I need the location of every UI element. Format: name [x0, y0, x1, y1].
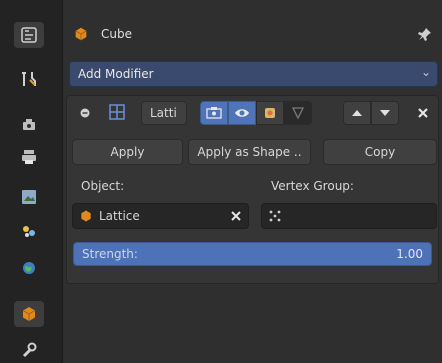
- remove-icon: [418, 108, 428, 118]
- collapse-toggle[interactable]: [74, 102, 96, 124]
- lattice-modifier-panel: Latti Apply Apply as Shape .. Copy Objec…: [66, 95, 439, 284]
- add-modifier-label: Add Modifier: [78, 67, 154, 81]
- move-down-button[interactable]: [371, 101, 399, 125]
- scene-icon: [23, 226, 35, 237]
- cage-icon: [291, 107, 305, 120]
- cube-icon: [75, 27, 87, 41]
- modifier-name-field[interactable]: Latti: [141, 101, 187, 125]
- apply-label: Apply: [110, 145, 145, 159]
- tab-scene[interactable]: [14, 218, 44, 244]
- tab-render[interactable]: [14, 112, 44, 138]
- move-down-icon: [380, 110, 390, 116]
- pin-icon[interactable]: [418, 27, 432, 41]
- object-icon: [22, 307, 36, 321]
- vertex-group-label: Vertex Group:: [271, 179, 354, 193]
- render-toggle-icon: [265, 108, 275, 118]
- tab-output[interactable]: [14, 144, 44, 170]
- editmode-icon: [206, 107, 222, 119]
- panel-header: Cube: [63, 18, 442, 50]
- view-layer-icon: [22, 190, 36, 204]
- object-name: Cube: [101, 27, 132, 41]
- apply-as-shape-button[interactable]: Apply as Shape ..: [188, 139, 311, 165]
- copy-label: Copy: [364, 145, 396, 159]
- clear-object-icon[interactable]: [231, 211, 241, 221]
- render-icon: [23, 119, 35, 130]
- object-field[interactable]: Lattice: [72, 203, 249, 229]
- tab-active-tool[interactable]: [14, 66, 44, 92]
- chevron-down-icon: ⌄: [420, 65, 431, 79]
- viewport-toggle[interactable]: [228, 101, 256, 125]
- tab-object[interactable]: [14, 301, 44, 327]
- editmode-toggle[interactable]: [200, 101, 228, 125]
- strength-value: 1.00: [396, 247, 423, 261]
- world-icon: [23, 262, 35, 274]
- object-label: Object:: [81, 179, 125, 193]
- vertex-group-field[interactable]: [261, 203, 437, 229]
- object-value: Lattice: [99, 209, 140, 223]
- move-up-button[interactable]: [343, 101, 371, 125]
- modifier-wrench-icon: [22, 342, 37, 358]
- apply-button[interactable]: Apply: [72, 139, 183, 165]
- tool-icon: [21, 27, 37, 43]
- tab-tool[interactable]: [14, 22, 44, 48]
- cube-icon: [81, 210, 91, 222]
- move-up-icon: [352, 110, 362, 116]
- output-icon: [22, 150, 36, 164]
- strength-label: Strength:: [82, 247, 138, 261]
- properties-tab-bar: [0, 0, 63, 363]
- tab-world[interactable]: [14, 255, 44, 281]
- strength-slider[interactable]: Strength: 1.00: [73, 242, 432, 266]
- collapse-icon: [80, 108, 90, 118]
- tab-modifiers[interactable]: [14, 337, 44, 363]
- properties-panel: Cube Add Modifier ⌄ Latti Apply Apply as…: [63, 0, 442, 363]
- wrench-screwdriver-icon: [22, 72, 36, 86]
- vertex-group-icon: [269, 210, 281, 222]
- modifier-name: Latti: [150, 106, 177, 120]
- render-toggle[interactable]: [256, 101, 284, 125]
- apply-as-shape-label: Apply as Shape ..: [197, 145, 302, 159]
- tab-view-layer[interactable]: [14, 184, 44, 210]
- copy-button[interactable]: Copy: [323, 139, 437, 165]
- add-modifier-dropdown[interactable]: Add Modifier ⌄: [69, 61, 438, 87]
- remove-modifier-button[interactable]: [411, 101, 435, 125]
- eye-icon: [235, 109, 249, 117]
- cage-toggle[interactable]: [284, 101, 312, 125]
- lattice-icon: [109, 104, 125, 123]
